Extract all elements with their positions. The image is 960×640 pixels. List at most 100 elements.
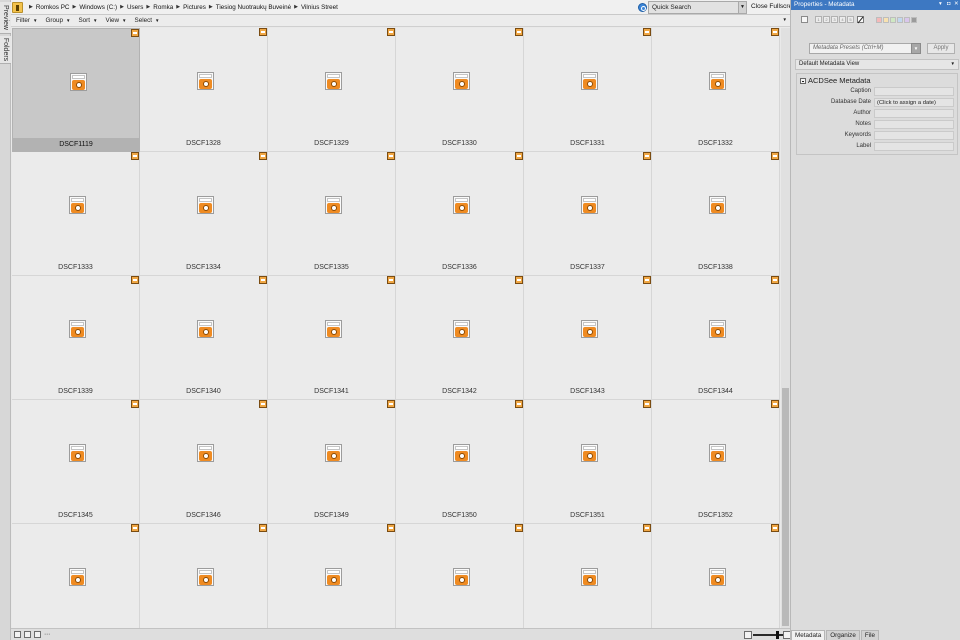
search-dropdown-icon[interactable]: ▼ <box>738 1 747 14</box>
tab-metadata[interactable]: Metadata <box>791 630 826 640</box>
chevron-right-icon[interactable]: ▶ <box>120 4 124 10</box>
clear-rating-icon[interactable] <box>857 16 864 23</box>
color-label-yellow[interactable] <box>883 16 889 23</box>
toolbar-overflow-icon[interactable]: ▼ <box>783 17 787 22</box>
breadcrumb-item[interactable]: Romkos PC <box>36 4 70 11</box>
thumbnail-item[interactable]: DSCF1331 <box>524 28 652 152</box>
more-icon[interactable]: ⋯ <box>44 631 51 638</box>
rating-2[interactable]: 2 <box>823 16 830 23</box>
sort-menu[interactable]: Sort ▼ <box>78 17 97 24</box>
metadata-view-select[interactable]: Default Metadata View ▼ <box>795 59 959 70</box>
rating-3[interactable]: 3 <box>831 16 838 23</box>
thumbnail-item[interactable]: DSCF1333 <box>12 152 140 276</box>
thumbnail-item[interactable]: DSCF1345 <box>12 400 140 524</box>
view-menu[interactable]: View ▼ <box>105 17 126 24</box>
color-label-blue[interactable] <box>897 16 903 23</box>
thumbnail-item[interactable] <box>396 524 524 628</box>
raw-file-icon <box>197 444 214 462</box>
pane-menu-icon[interactable]: ▾ <box>939 1 942 7</box>
thumbnail-item[interactable]: DSCF1343 <box>524 276 652 400</box>
thumbnail-item[interactable]: DSCF1338 <box>652 152 780 276</box>
refresh-icon[interactable] <box>638 3 647 12</box>
thumbnail-item[interactable] <box>12 524 140 628</box>
thumbnail-item[interactable]: DSCF1352 <box>652 400 780 524</box>
tab-organize[interactable]: Organize <box>826 630 860 640</box>
breadcrumb-item[interactable]: Romka <box>153 4 173 11</box>
preview-toggle-icon[interactable] <box>14 631 21 638</box>
thumbnail-item[interactable]: DSCF1346 <box>140 400 268 524</box>
folders-toggle-icon[interactable] <box>24 631 31 638</box>
tab-preview[interactable]: Preview <box>0 2 11 34</box>
chevron-right-icon[interactable]: ▶ <box>176 4 180 10</box>
tab-folders[interactable]: Folders <box>0 36 11 64</box>
thumbnail-item[interactable]: DSCF1344 <box>652 276 780 400</box>
thumbnail-item[interactable]: DSCF1330 <box>396 28 524 152</box>
breadcrumb-item[interactable]: Tiesiog Nuotraukų Buveinė <box>216 4 291 11</box>
caption-field[interactable] <box>874 87 954 96</box>
rating-1[interactable]: 1 <box>815 16 822 23</box>
chevron-right-icon[interactable]: ▶ <box>209 4 213 10</box>
calendar-toggle-icon[interactable] <box>34 631 41 638</box>
thumbnail-item[interactable]: DSCF1349 <box>268 400 396 524</box>
thumbnail-item[interactable]: DSCF1329 <box>268 28 396 152</box>
tab-file[interactable]: File <box>860 630 879 640</box>
breadcrumb-item[interactable]: Windows (C:) <box>79 4 117 11</box>
breadcrumb-item[interactable]: Vilnius Street <box>301 4 338 11</box>
label-field[interactable] <box>874 142 954 151</box>
metadata-presets-input[interactable]: Metadata Presets (Ctrl+M) <box>809 43 913 54</box>
presets-dropdown-icon[interactable]: ▼ <box>911 43 921 54</box>
database-date-field[interactable]: (Click to assign a date) <box>874 98 954 107</box>
thumbnail-item[interactable] <box>268 524 396 628</box>
raw-badge-icon <box>643 524 651 532</box>
thumbnail-item[interactable]: DSCF1337 <box>524 152 652 276</box>
rating-4[interactable]: 4 <box>839 16 846 23</box>
folder-icon[interactable] <box>12 1 23 13</box>
notes-field[interactable] <box>874 120 954 129</box>
scrollbar-thumb[interactable] <box>782 388 789 626</box>
thumbnail-item[interactable]: DSCF1328 <box>140 28 268 152</box>
thumbnail-item[interactable]: DSCF1350 <box>396 400 524 524</box>
chevron-right-icon[interactable]: ▶ <box>294 4 298 10</box>
select-menu[interactable]: Select ▼ <box>135 17 160 24</box>
thumbnail-item[interactable]: DSCF1351 <box>524 400 652 524</box>
thumbnail-item[interactable]: DSCF1336 <box>396 152 524 276</box>
author-field[interactable] <box>874 109 954 118</box>
thumbnail-item[interactable]: DSCF1341 <box>268 276 396 400</box>
thumbnail-item[interactable]: DSCF1119 <box>12 28 140 152</box>
group-menu[interactable]: Group ▼ <box>45 17 70 24</box>
thumbnail-item[interactable]: DSCF1342 <box>396 276 524 400</box>
zoom-slider-handle[interactable] <box>776 631 779 639</box>
thumbnail-item[interactable]: DSCF1335 <box>268 152 396 276</box>
color-label-clear[interactable] <box>911 16 917 23</box>
rating-5[interactable]: 5 <box>847 16 854 23</box>
color-label-green[interactable] <box>890 16 896 23</box>
filter-menu[interactable]: Filter ▼ <box>16 17 37 24</box>
group-label: Group <box>45 17 63 24</box>
thumbnail-item[interactable]: DSCF1340 <box>140 276 268 400</box>
metadata-section-header[interactable]: ACDSee Metadata <box>800 76 871 85</box>
thumbnail-item[interactable]: DSCF1339 <box>12 276 140 400</box>
chevron-right-icon[interactable]: ▶ <box>146 4 150 10</box>
breadcrumb-item[interactable]: Users <box>127 4 143 11</box>
metadata-row: Label <box>797 142 957 152</box>
quick-search-input[interactable]: Quick Search <box>648 1 740 14</box>
thumbnail-item[interactable] <box>652 524 780 628</box>
vertical-scrollbar[interactable] <box>781 28 790 628</box>
apply-button[interactable]: Apply <box>927 43 955 54</box>
thumbnail-item[interactable]: DSCF1334 <box>140 152 268 276</box>
chevron-right-icon[interactable]: ▶ <box>29 4 33 10</box>
chevron-right-icon[interactable]: ▶ <box>72 4 76 10</box>
thumbnail-item[interactable] <box>524 524 652 628</box>
color-label-purple[interactable] <box>904 16 910 23</box>
pin-icon[interactable]: ◘ <box>947 1 950 7</box>
tag-checkbox[interactable] <box>801 16 808 23</box>
zoom-out-icon[interactable] <box>744 631 752 639</box>
chevron-down-icon: ▼ <box>155 18 160 23</box>
close-icon[interactable]: ✕ <box>954 1 959 7</box>
breadcrumb-item[interactable]: Pictures <box>183 4 206 11</box>
collapse-icon[interactable] <box>800 77 806 84</box>
thumbnail-item[interactable] <box>140 524 268 628</box>
thumbnail-item[interactable]: DSCF1332 <box>652 28 780 152</box>
color-label-red[interactable] <box>876 16 882 23</box>
keywords-field[interactable] <box>874 131 954 140</box>
